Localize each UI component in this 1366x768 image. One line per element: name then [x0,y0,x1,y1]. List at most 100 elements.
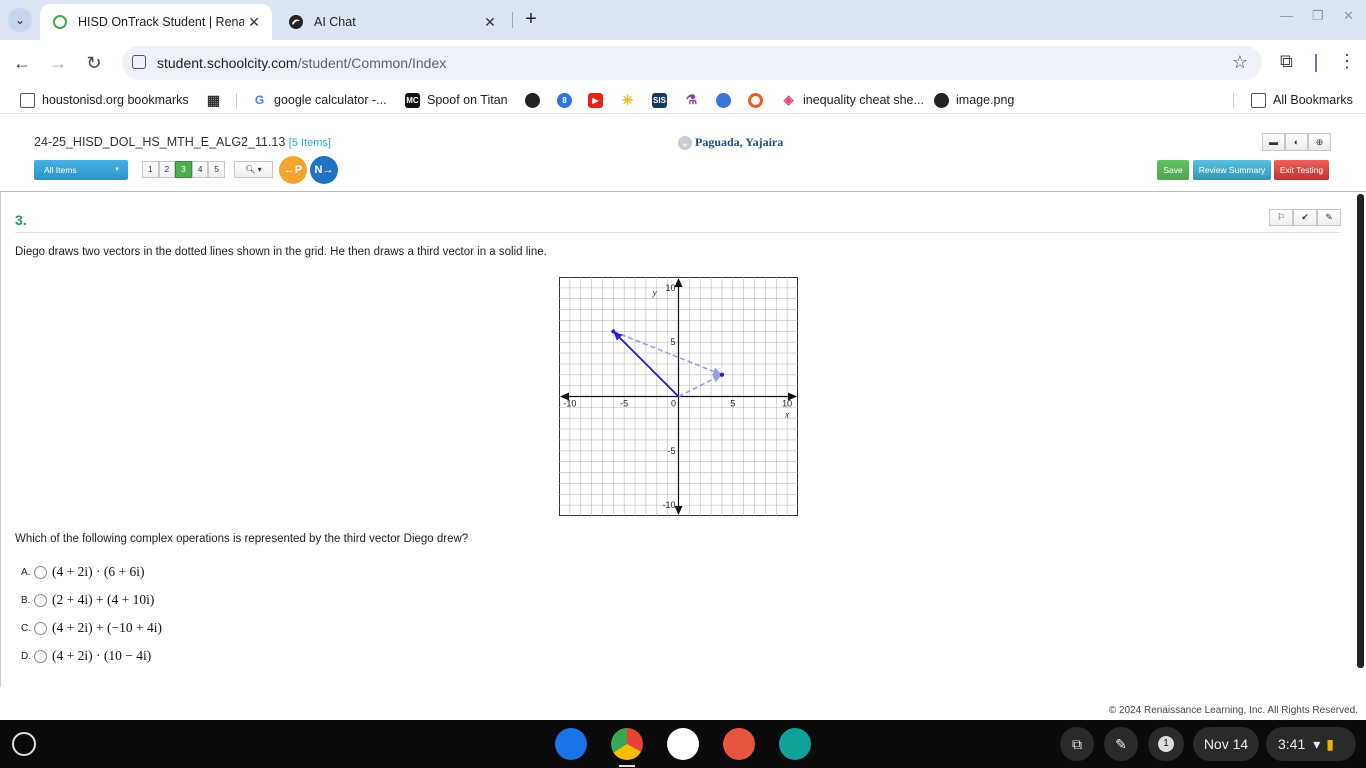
flask-icon: ⚗ [685,92,698,107]
canvas-app-icon[interactable] [723,728,755,760]
radio-button[interactable] [34,565,47,579]
choice-expression: (4 + 2i) · (6 + 6i) [52,564,145,579]
divider [15,232,1341,233]
kebab-menu-icon[interactable]: ⋮ [1338,51,1356,72]
save-button[interactable]: Save [1157,160,1189,180]
walmart-spark-icon: ✳ [621,91,634,108]
radio-button[interactable] [34,621,47,635]
blue-circle-icon: 8 [557,92,572,108]
question-number: 3. [15,212,27,228]
bookmark-sis[interactable]: SIS [652,91,674,109]
test-page: 24-25_HISD_DOL_HS_MTH_E_ALG2_11.13 [5 It… [0,121,1366,758]
google-g-icon: G [252,92,267,108]
flag-icon[interactable]: ⚐ [1269,209,1293,226]
chevron-down-icon: ⌄ [678,135,692,150]
y-tick-label: -10 [662,500,675,510]
extensions-puzzle-icon[interactable]: ⧉ [1280,51,1293,72]
question-number-button[interactable]: 1 [142,161,159,178]
search-dropdown-button[interactable]: 🔍︎ ▾ [234,161,273,178]
edit-note-icon[interactable]: ✎ [1317,209,1341,226]
scrollbar[interactable] [1357,194,1364,668]
choice-b[interactable]: B. (2 + 4i) + (4 + 10i) [21,591,154,609]
bookmark-separator [1233,93,1234,109]
notification-badge[interactable]: 1 [1148,727,1184,761]
bookmark-image-png[interactable]: image.png [934,91,1014,109]
active-app-indicator [619,765,635,767]
question-number-button[interactable]: 5 [208,161,225,178]
launcher-icon[interactable] [12,732,36,756]
bookmark-c-logo[interactable] [748,91,770,109]
radio-button[interactable] [34,593,47,607]
bookmark-icon-2[interactable]: 8 [557,91,579,109]
browser-toolbar: ← → ↻ student.schoolcity.com/student/Com… [0,40,1366,86]
tab-title: HISD OnTrack Student | Renais [78,15,244,29]
chrome-app-icon[interactable] [611,728,643,760]
all-bookmarks-folder[interactable]: All Bookmarks [1251,91,1353,109]
classroom-app-icon[interactable] [779,728,811,760]
coordinate-grid: -10 -5 0 5 10 10 5 -5 -10 x y [559,277,798,516]
reload-icon[interactable]: ↻ [82,51,106,75]
tab-title: AI Chat [314,15,356,29]
question-number-button[interactable]: 4 [191,161,209,178]
zoom-icon[interactable]: ⊕ [1308,133,1331,151]
contrast-icon[interactable]: ◐ [1285,133,1308,151]
holding-space-icon[interactable]: ⧉ [1060,727,1094,761]
question-frame: 3. ⚐ ✔ ✎ Diego draws two vectors in the … [0,191,1366,758]
question-number-button-current[interactable]: 3 [175,161,192,178]
diamond-logo-icon: ◈ [783,92,794,107]
bookmark-inequality[interactable]: ◈ inequality cheat she... [781,91,924,109]
toolbar-divider [1315,54,1317,72]
address-bar[interactable]: student.schoolcity.com/student/Common/In… [122,46,1262,80]
radio-button[interactable] [34,649,47,663]
bookmarks-bar: houstonisd.org bookmarks ▦ G google calc… [0,86,1366,114]
tab-search-chevron-icon[interactable]: ⌄ [8,8,32,32]
forward-arrow-icon[interactable]: → [46,51,70,75]
question-number-button[interactable]: 2 [158,161,176,178]
bookmark-star-icon[interactable]: ☆ [1232,52,1248,73]
bookmark-icon-1[interactable] [525,91,547,109]
tools-group: ▬ ◐ ⊕ [1262,133,1331,151]
all-items-dropdown[interactable]: All Items ▼ [34,160,128,180]
tab-hisd-ontrack[interactable]: HISD OnTrack Student | Renais ✕ [40,4,272,40]
new-tab-plus-icon[interactable]: + [520,8,542,30]
bookmark-youtube[interactable]: ▶ [588,91,610,109]
bookmark-spoof-on-titan[interactable]: MC Spoof on Titan [405,91,508,109]
choice-a[interactable]: A. (4 + 2i) · (6 + 6i) [21,563,144,581]
exit-testing-button[interactable]: Exit Testing [1274,160,1329,180]
next-button[interactable]: N→ [310,156,338,184]
calculator-icon[interactable]: ▬ [1262,133,1285,151]
bookmark-walmart[interactable]: ✳ [620,91,642,109]
bookmark-separator [236,93,237,109]
student-name-menu[interactable]: ⌄ Paguada, Yajaira [678,135,783,150]
globe-icon [525,92,540,108]
back-arrow-icon[interactable]: ← [10,51,34,75]
loading-ring-icon [53,15,67,29]
choice-c[interactable]: C. (4 + 2i) + (−10 + 4i) [21,619,162,637]
checkmark-icon[interactable]: ✔ [1293,209,1317,226]
bookmark-flask[interactable]: ⚗ [684,91,706,109]
folder-icon [1251,92,1266,108]
youtube-icon: ▶ [588,92,603,108]
site-info-icon[interactable] [132,55,146,69]
camera-app-icon[interactable] [555,728,587,760]
choice-d[interactable]: D. (4 + 2i) · (10 − 4i) [21,647,151,665]
clock-time: 3:41 [1278,736,1306,752]
restore-icon[interactable]: ❐ [1312,8,1324,24]
x-tick-label: -5 [620,399,628,409]
close-window-icon[interactable]: ✕ [1343,8,1354,24]
tab-ai-chat[interactable]: AI Chat ✕ [276,4,508,40]
bookmark-houstonisd[interactable]: houstonisd.org bookmarks [20,91,189,109]
play-store-app-icon[interactable] [667,728,699,760]
apps-grid-icon[interactable]: ▦ [206,91,228,109]
previous-button[interactable]: ←P [279,156,307,184]
bookmark-blue-seal[interactable] [716,91,738,109]
chromeos-shelf: ⧉ ✎ 1 Nov 14 3:41 ▾ ▮ [0,720,1366,768]
bookmark-google-calculator[interactable]: G google calculator -... [252,91,387,109]
status-tray[interactable]: 3:41 ▾ ▮ [1266,727,1356,761]
minimize-icon[interactable]: — [1280,8,1293,23]
close-tab-icon[interactable]: ✕ [244,14,264,31]
stylus-pen-icon[interactable]: ✎ [1104,727,1138,761]
close-tab-icon[interactable]: ✕ [480,14,500,31]
review-summary-button[interactable]: Review Summary [1193,160,1271,180]
date-pill[interactable]: Nov 14 [1193,727,1259,761]
